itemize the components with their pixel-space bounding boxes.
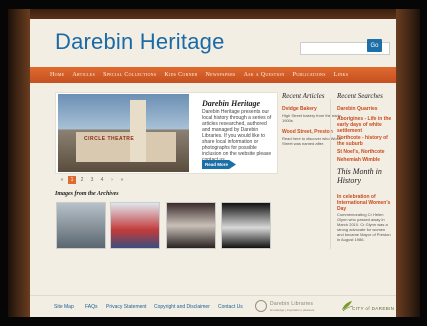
read-more-button[interactable]: Read More	[202, 160, 237, 169]
nav-newspapers[interactable]: Newspapers	[205, 72, 235, 78]
recent-article-link[interactable]: Dvidge Bakery	[282, 106, 344, 112]
theatre-sign: CIRCLE THEATRE	[84, 136, 135, 142]
recent-article-desc: Read here to discover who Wood Street wa…	[282, 136, 342, 146]
left-wood-panel	[8, 9, 30, 317]
recent-search-link[interactable]: Aborigines - Life in the early days of w…	[337, 116, 393, 134]
darebin-libraries-emblem-icon	[255, 300, 267, 312]
pager-page-4[interactable]: 4	[98, 176, 106, 184]
this-month-link[interactable]: In celebration of International Women's …	[337, 194, 393, 212]
nav-home[interactable]: Home	[50, 72, 64, 78]
city-of-darebin-logo-text: CITY of DAREBIN	[352, 306, 395, 311]
footer-link-copyright[interactable]: Copyright and Disclaimer	[154, 304, 210, 310]
slide-pager: « 1 2 3 4 › »	[58, 176, 128, 184]
recent-article-desc: High Street bakery from the early 1900s	[282, 113, 341, 123]
right-wood-panel	[396, 9, 420, 317]
recent-search-link[interactable]: Nehemiah Wimble	[337, 157, 393, 163]
feature-text: Darebin Heritage presents our local hist…	[202, 109, 272, 163]
search-button[interactable]: Go	[367, 39, 382, 52]
this-month-text: Commemorating Cr Helen Glynn who passed …	[337, 212, 391, 242]
pager-next[interactable]: ›	[108, 176, 116, 184]
main-nav: Home Articles Special Collections Kids C…	[30, 67, 396, 83]
nav-publications[interactable]: Publications	[293, 72, 326, 78]
theatre-tower	[130, 100, 146, 162]
feature-image[interactable]: CIRCLE THEATRE	[58, 94, 189, 172]
header-bar	[30, 9, 396, 19]
darebin-libraries-logo[interactable]: Darebin Libraries knowledge | inspiratio…	[255, 300, 335, 314]
darebin-libraries-logo-name: Darebin Libraries	[270, 301, 314, 307]
pager-page-2[interactable]: 2	[78, 176, 86, 184]
recent-searches-heading: Recent Searches	[337, 92, 383, 100]
recent-search-link[interactable]: Northcote - history of the suburb	[337, 135, 393, 147]
recent-search-link[interactable]: Darebin Quarries	[337, 106, 393, 112]
column-divider	[330, 99, 331, 249]
recent-article-link[interactable]: Wood Street, Preston	[282, 129, 344, 135]
archive-thumbnail[interactable]	[110, 202, 160, 249]
footer: Site Map FAQs Privacy Statement Copyrigh…	[30, 295, 396, 317]
footer-link-faqs[interactable]: FAQs	[85, 304, 98, 310]
city-of-darebin-logo[interactable]: CITY of DAREBIN	[340, 300, 395, 314]
recent-articles-heading: Recent Articles	[282, 92, 325, 100]
nav-kids-corner[interactable]: Kids Corner	[164, 72, 197, 78]
feature-slide: CIRCLE THEATRE Darebin Heritage Darebin …	[55, 92, 278, 174]
archives-heading: Images from the Archives	[55, 191, 119, 197]
pager-page-3[interactable]: 3	[88, 176, 96, 184]
page-container: Darebin Heritage Go Home Articles Specia…	[30, 9, 396, 317]
footer-link-site-map[interactable]: Site Map	[54, 304, 74, 310]
nav-special-collections[interactable]: Special Collections	[103, 72, 156, 78]
feature-title: Darebin Heritage	[202, 99, 260, 108]
archive-thumbnail[interactable]	[166, 202, 216, 249]
nav-articles[interactable]: Articles	[72, 72, 95, 78]
nav-links[interactable]: Links	[334, 72, 349, 78]
archive-thumbnail[interactable]	[56, 202, 106, 249]
darebin-libraries-logo-tagline: knowledge | inspiration | pleasure	[270, 308, 315, 312]
this-month-heading: This Month in History	[337, 167, 382, 185]
nav-ask-a-question[interactable]: Ask a Question	[244, 72, 285, 78]
footer-link-privacy[interactable]: Privacy Statement	[106, 304, 147, 310]
recent-search-link[interactable]: St Noel's, Northcote	[337, 149, 393, 155]
archive-thumbnail[interactable]	[221, 202, 271, 249]
pager-last[interactable]: »	[118, 176, 126, 184]
footer-link-contact[interactable]: Contact Us	[218, 304, 243, 310]
site-title[interactable]: Darebin Heritage	[55, 29, 225, 55]
pager-page-1[interactable]: 1	[68, 176, 76, 184]
pager-first[interactable]: «	[58, 176, 66, 184]
